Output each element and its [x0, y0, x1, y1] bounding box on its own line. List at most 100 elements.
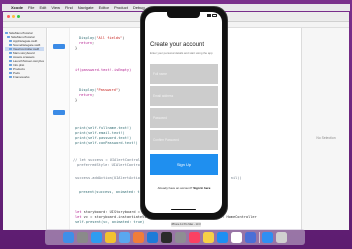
xcode-icon[interactable] [146, 231, 158, 243]
code-line[interactable]: } [75, 46, 77, 50]
password-placeholder: Password [153, 116, 167, 120]
line-gutter [48, 28, 70, 230]
menu-item-editor[interactable]: Editor [99, 5, 109, 10]
zoom-window-icon[interactable] [17, 15, 20, 18]
code-token: ) [122, 36, 125, 40]
code-line[interactable]: print(self.password.text!) [75, 136, 131, 140]
code-token: self.present(vc, animated: true) [75, 220, 145, 224]
notch [167, 12, 200, 18]
file-icon [7, 35, 10, 39]
code-line[interactable]: if(password.text!.isEmpty) [75, 68, 131, 72]
file-icon [9, 39, 12, 43]
code-line[interactable]: Display("Password") [79, 88, 120, 92]
full-name-placeholder: Full name [153, 72, 167, 76]
safari-icon[interactable] [90, 231, 102, 243]
code-token: return [79, 41, 92, 45]
appstore-icon[interactable] [216, 231, 228, 243]
code-token: ; [91, 41, 95, 45]
minimize-window-icon[interactable] [12, 15, 15, 18]
launchpad-icon[interactable] [76, 231, 88, 243]
file-icon [9, 59, 12, 63]
menu-item-edit[interactable]: Edit [39, 5, 46, 10]
menu-item-debug[interactable]: Debug [133, 5, 145, 10]
menu-item-xcode[interactable]: Xcode [11, 5, 23, 10]
no-selection-label: No Selection [316, 136, 336, 140]
file-icon [9, 67, 12, 71]
close-window-icon[interactable] [7, 15, 10, 18]
dock [45, 229, 305, 245]
inspector-panel: No Selection [301, 28, 349, 230]
menu-item-view[interactable]: View [51, 5, 60, 10]
folder-icon[interactable] [262, 231, 274, 243]
password-field[interactable]: Password [150, 108, 218, 128]
code-line[interactable]: return; [79, 93, 94, 97]
page-subtitle: Enter your personal details and start us… [150, 51, 213, 55]
menu-item-file[interactable]: File [28, 5, 34, 10]
simulator-icon[interactable] [244, 231, 256, 243]
code-token: present(success, animated: true) [79, 190, 149, 194]
simulator-device-label: iPhone 11 Pro Max - 13.3 [171, 222, 201, 227]
code-line[interactable]: preferredStyle: UIAlertController [77, 163, 148, 167]
menu-item-navigate[interactable]: Navigate [78, 5, 94, 10]
preferences-icon[interactable] [174, 231, 186, 243]
code-line[interactable]: Display("All fields") [79, 36, 124, 40]
email-field[interactable]: Email address [150, 86, 218, 106]
code-token: print(self.conPassword.text!) [75, 141, 138, 145]
code-token: ; [91, 93, 95, 97]
code-token: return [79, 93, 92, 97]
music-icon[interactable] [188, 231, 200, 243]
mail-icon[interactable] [118, 231, 130, 243]
file-icon [5, 31, 8, 35]
menu-item-product[interactable]: Product [114, 5, 128, 10]
finder-icon[interactable] [62, 231, 74, 243]
file-icon [9, 63, 12, 67]
file-icon [9, 55, 12, 59]
navigator-item-label: Frameworks [13, 75, 30, 79]
code-line[interactable]: self.present(vc, animated: true) [75, 220, 144, 224]
sign-in-link[interactable]: Sign In here [193, 186, 210, 190]
project-navigator: SideMenuTutorial SideMenuTutorial AppDeleg… [3, 28, 47, 230]
code-token: preferredStyle: UIAlertController [77, 163, 149, 167]
line-marker [53, 44, 65, 49]
sign-in-prompt: Already have an account? [157, 186, 193, 190]
confirm-password-placeholder: Confirm Password [153, 138, 180, 142]
email-placeholder: Email address [153, 94, 174, 98]
battery-icon [212, 14, 217, 17]
code-token: Display( [79, 88, 97, 92]
file-icon [9, 47, 12, 51]
file-icon [9, 43, 12, 47]
notes-icon[interactable] [202, 231, 214, 243]
file-icon [9, 75, 12, 79]
code-token: print(self.password.text!) [75, 136, 132, 140]
code-line[interactable]: print(self.fullname.text!) [75, 126, 131, 130]
code-token: } [75, 46, 78, 50]
code-line[interactable]: return; [79, 41, 94, 45]
code-token: ) [117, 88, 121, 92]
home-indicator [171, 208, 196, 210]
file-icon [9, 51, 12, 55]
calendar-icon[interactable] [230, 231, 242, 243]
code-token: } [75, 98, 78, 102]
simulator-screen: Create your account Enter your personal … [145, 12, 222, 213]
navigator-item[interactable]: Frameworks [5, 75, 44, 79]
dock-separator [258, 231, 260, 243]
sign-up-button[interactable]: Sign Up [150, 154, 218, 175]
code-token: print(self.fullname.text!) [75, 126, 132, 130]
code-token: Display( [79, 36, 97, 40]
menu-item-find[interactable]: Find [65, 5, 73, 10]
terminal-icon[interactable] [160, 231, 172, 243]
code-token: print(self.email.text!) [75, 131, 125, 135]
trash-icon[interactable] [276, 231, 288, 243]
full-name-field[interactable]: Full name [150, 64, 218, 84]
chrome-icon[interactable] [104, 231, 116, 243]
confirm-password-field[interactable]: Confirm Password [150, 130, 218, 150]
signal-icon [206, 14, 211, 17]
code-line[interactable]: print(self.email.text!) [75, 131, 125, 135]
code-line[interactable]: print(self.conPassword.text!) [75, 141, 138, 145]
page-title: Create your account [150, 42, 205, 48]
code-line[interactable]: } [75, 98, 77, 102]
iphone-simulator: Create your account Enter your personal … [140, 6, 228, 220]
code-token: if(password.text!.isEmpty) [75, 68, 132, 72]
photos-icon[interactable] [132, 231, 144, 243]
code-line[interactable]: present(success, animated: true) [79, 190, 148, 194]
